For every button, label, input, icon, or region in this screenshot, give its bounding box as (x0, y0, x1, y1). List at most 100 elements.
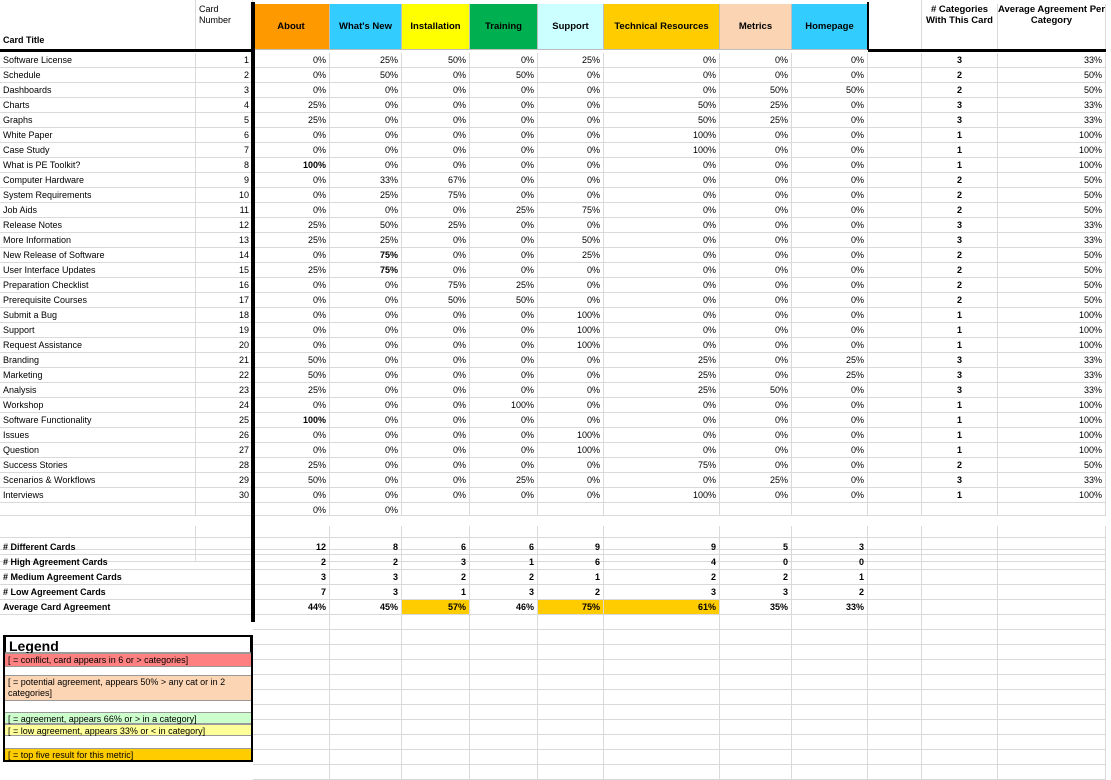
empty-grid-cell (196, 526, 253, 538)
card-title-header: Card Title (0, 0, 196, 50)
category-value-cell: 0% (604, 428, 720, 443)
category-value-cell: 0% (720, 293, 792, 308)
empty-grid-cell (470, 705, 538, 720)
category-header-homepage: Homepage (792, 4, 868, 50)
category-value-cell: 0% (720, 233, 792, 248)
empty-grid-cell (792, 720, 868, 735)
empty-grid-cell (470, 645, 538, 660)
category-value-cell: 0% (330, 458, 402, 473)
category-value-cell: 0% (604, 398, 720, 413)
spacer-cell (868, 488, 922, 503)
summary-label: # Low Agreement Cards (0, 585, 253, 600)
summary-value-cell: 61% (604, 600, 720, 615)
summary-value-cell: 2 (792, 585, 868, 600)
category-value-cell: 0% (538, 458, 604, 473)
categories-count-cell: 3 (922, 218, 998, 233)
category-value-cell: 0% (792, 413, 868, 428)
category-value-cell: 0% (253, 188, 330, 203)
category-value-cell: 0% (470, 173, 538, 188)
category-value-cell: 0% (402, 83, 470, 98)
legend-title: Legend (4, 635, 252, 654)
card-number-cell: 25 (196, 413, 253, 428)
summary-value-cell: 8 (330, 540, 402, 555)
card-number-cell: 30 (196, 488, 253, 503)
categories-count-cell: 1 (922, 308, 998, 323)
category-value-cell: 0% (604, 443, 720, 458)
category-value-cell: 0% (538, 473, 604, 488)
empty-grid-cell (402, 630, 470, 645)
blank-cell (998, 555, 1106, 570)
category-value-cell: 0% (720, 203, 792, 218)
category-value-cell: 0% (330, 98, 402, 113)
legend-item: [ = agreement, appears 66% or > in a cat… (4, 712, 252, 724)
category-value-cell: 0% (402, 323, 470, 338)
card-number-cell: 15 (196, 263, 253, 278)
summary-value-cell: 75% (538, 600, 604, 615)
card-number-cell: 4 (196, 98, 253, 113)
empty-grid-cell (253, 720, 330, 735)
card-title-cell: Charts (0, 98, 196, 113)
category-value-cell: 50% (538, 233, 604, 248)
category-value-cell: 25% (538, 248, 604, 263)
category-value-cell: 67% (402, 173, 470, 188)
category-value-cell: 0% (253, 308, 330, 323)
category-value-cell: 0% (402, 233, 470, 248)
blank-cell (868, 503, 922, 516)
avg-agreement-cell: 33% (998, 233, 1106, 248)
empty-grid-cell (922, 526, 998, 538)
category-value-cell: 0% (253, 323, 330, 338)
spacer-cell (868, 398, 922, 413)
empty-grid-cell (792, 675, 868, 690)
blank-cell (868, 555, 922, 570)
empty-grid-cell (792, 750, 868, 765)
summary-value-cell: 3 (792, 540, 868, 555)
spacer-cell (868, 203, 922, 218)
empty-grid-cell (998, 705, 1106, 720)
category-value-cell: 0% (604, 278, 720, 293)
category-value-cell: 100% (538, 323, 604, 338)
category-header-what-s-new: What's New (330, 4, 402, 50)
category-value-cell: 100% (604, 488, 720, 503)
summary-value-cell: 12 (253, 540, 330, 555)
empty-grid-cell (720, 630, 792, 645)
category-value-cell: 0% (538, 98, 604, 113)
blank-cell (868, 585, 922, 600)
card-title-cell: Success Stories (0, 458, 196, 473)
empty-grid-cell (330, 675, 402, 690)
blank-cell (998, 503, 1106, 516)
summary-value-cell: 3 (720, 585, 792, 600)
category-value-cell: 0% (792, 233, 868, 248)
category-value-cell: 0% (330, 278, 402, 293)
category-value-cell: 50% (792, 83, 868, 98)
category-value-cell: 50% (253, 368, 330, 383)
category-header-metrics: Metrics (720, 4, 792, 50)
card-title-cell: Job Aids (0, 203, 196, 218)
category-value-cell: 0% (253, 203, 330, 218)
category-value-cell: 0% (538, 353, 604, 368)
categories-count-cell: 2 (922, 263, 998, 278)
category-value-cell: 0% (604, 338, 720, 353)
category-value-cell: 0% (470, 428, 538, 443)
category-value-cell: 0% (604, 218, 720, 233)
category-value-cell: 0% (538, 68, 604, 83)
legend-item: [ = conflict, card appears in 6 or > cat… (4, 653, 252, 667)
category-value-cell: 0% (470, 83, 538, 98)
empty-grid-cell (922, 720, 998, 735)
empty-grid-cell (998, 750, 1106, 765)
category-value-cell: 75% (402, 188, 470, 203)
avg-agreement-cell: 33% (998, 368, 1106, 383)
empty-grid-cell (998, 690, 1106, 705)
category-value-cell: 25% (253, 113, 330, 128)
spacer-cell (868, 428, 922, 443)
empty-grid-cell (720, 735, 792, 750)
empty-grid-cell (868, 735, 922, 750)
spacer-cell (868, 293, 922, 308)
category-value-cell: 25% (720, 113, 792, 128)
card-number-cell: 16 (196, 278, 253, 293)
category-value-cell: 0% (538, 413, 604, 428)
card-number-cell: 5 (196, 113, 253, 128)
avg-agreement-cell: 33% (998, 383, 1106, 398)
empty-grid-cell (538, 690, 604, 705)
category-header-support: Support (538, 4, 604, 50)
category-value-cell: 75% (402, 278, 470, 293)
